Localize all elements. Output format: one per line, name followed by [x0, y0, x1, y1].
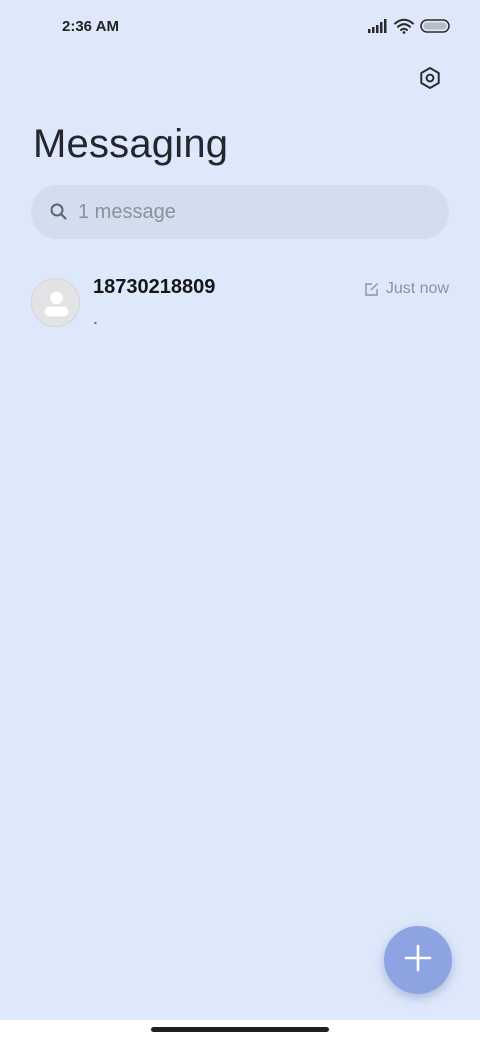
wifi-icon [394, 18, 414, 39]
default-avatar-icon [31, 278, 80, 327]
home-indicator[interactable] [151, 1027, 329, 1032]
settings-button[interactable] [410, 60, 450, 100]
message-snippet: . [93, 308, 99, 328]
timestamp: Just now [385, 280, 449, 297]
search-bar[interactable] [31, 185, 449, 239]
settings-icon [418, 66, 442, 95]
status-icons [368, 18, 452, 39]
page-title: Messaging [33, 122, 229, 166]
status-bar: 2:36 AM [0, 0, 480, 56]
contact-name: 18730218809 [93, 276, 216, 298]
conversation-list-item[interactable]: 18730218809 . Just now [0, 266, 480, 342]
signal-icon [368, 19, 388, 38]
search-icon [49, 202, 69, 222]
search-input[interactable] [78, 185, 428, 239]
new-message-button[interactable] [384, 926, 452, 994]
navigation-bar [0, 1020, 480, 1040]
draft-icon [364, 282, 379, 297]
status-time: 2:36 AM [62, 18, 119, 35]
plus-icon [404, 944, 432, 977]
message-meta: Just now [364, 280, 449, 298]
battery-icon [420, 18, 452, 39]
